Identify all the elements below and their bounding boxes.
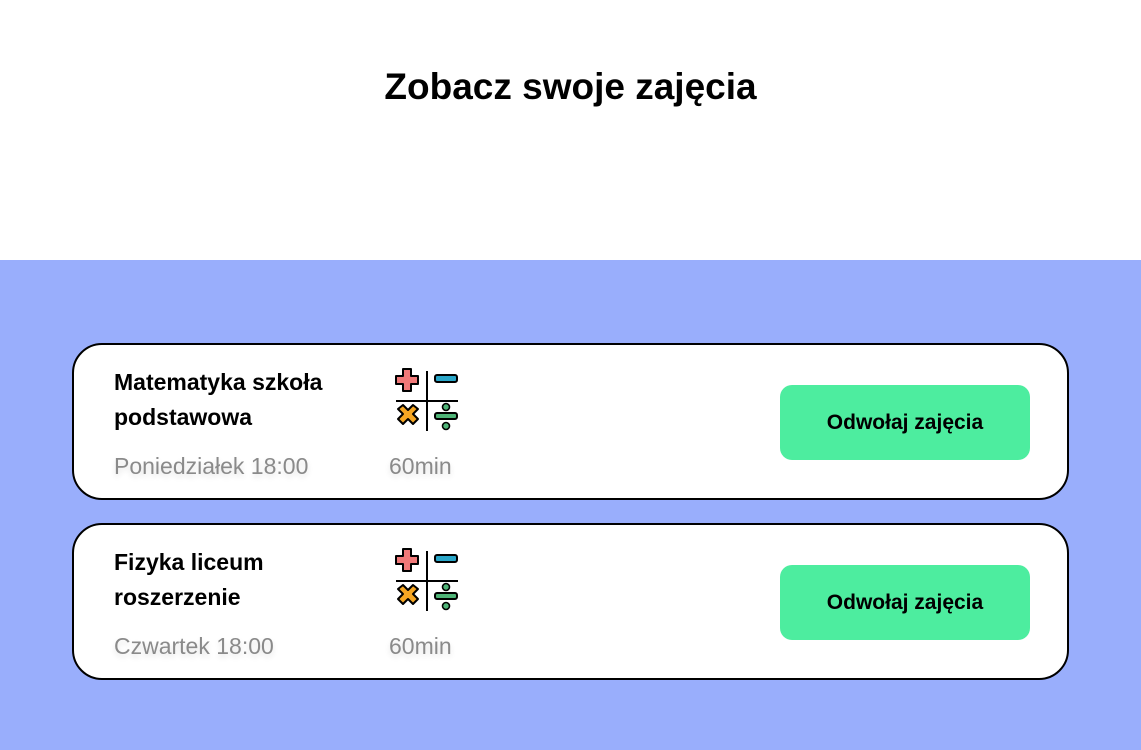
class-card: Matematyka szkoła podstawowa Poniedziałe… xyxy=(72,343,1069,500)
cancel-class-button[interactable]: Odwołaj zajęcia xyxy=(780,565,1030,640)
class-title: Fizyka liceum roszerzenie xyxy=(114,549,264,610)
class-day-time: Poniedziałek 18:00 xyxy=(114,453,309,479)
class-duration: 60min xyxy=(389,633,452,659)
page-header: Zobacz swoje zajęcia xyxy=(0,0,1141,260)
math-operations-icon xyxy=(392,365,462,435)
class-day-time: Czwartek 18:00 xyxy=(114,633,274,659)
page-title: Zobacz swoje zajęcia xyxy=(384,66,757,107)
classes-section: Matematyka szkoła podstawowa Poniedziałe… xyxy=(0,260,1141,750)
class-card: Fizyka liceum roszerzenie Czwartek 18:00… xyxy=(72,523,1069,680)
class-duration: 60min xyxy=(389,453,452,479)
class-title: Matematyka szkoła podstawowa xyxy=(114,369,323,430)
cancel-class-button[interactable]: Odwołaj zajęcia xyxy=(780,385,1030,460)
math-operations-icon xyxy=(392,545,462,615)
